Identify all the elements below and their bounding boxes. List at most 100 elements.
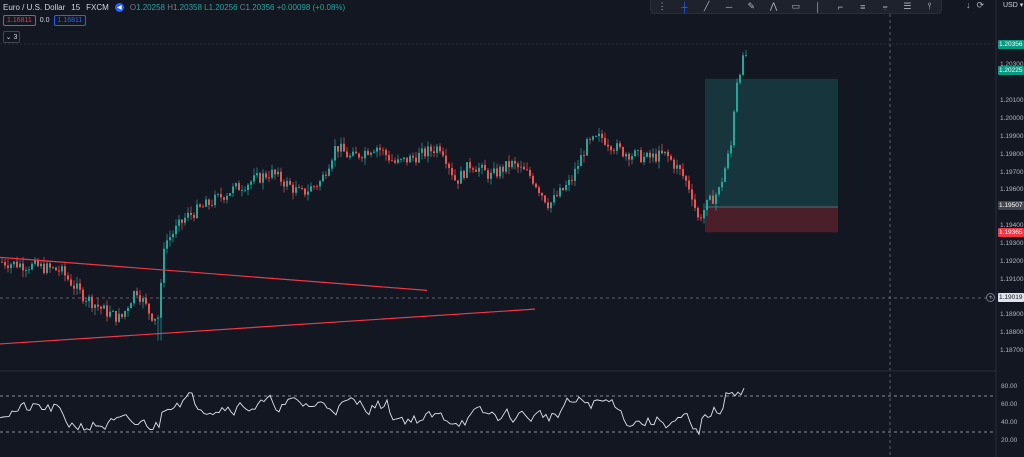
crosshair-add-icon[interactable]: + [986, 293, 995, 302]
candle [418, 147, 420, 164]
market-status-icon[interactable]: ◀ [114, 3, 124, 12]
rsi-line [0, 388, 745, 436]
sell-button[interactable]: 1.16811 [3, 15, 36, 26]
candle-body [34, 260, 36, 264]
candle [472, 166, 474, 174]
candle-body [571, 179, 573, 181]
candle [52, 266, 54, 270]
candle [73, 280, 75, 295]
buy-button[interactable]: 1.16811 [53, 15, 87, 26]
candle-body [82, 289, 84, 302]
candle [241, 184, 243, 197]
candle-body [598, 133, 600, 137]
candle [304, 188, 306, 198]
candle-body [400, 158, 402, 160]
currency-selector[interactable]: USD ▾ [1003, 1, 1023, 9]
candle [82, 287, 84, 304]
candle [121, 313, 123, 319]
candle [475, 166, 477, 173]
candle-body [715, 194, 717, 204]
candle-body [559, 187, 561, 197]
candle-body [688, 180, 690, 190]
candle-body [523, 166, 525, 170]
candle [691, 183, 693, 207]
candle [457, 180, 459, 189]
candle-body [202, 206, 204, 208]
callout-icon[interactable]: ⌐ [834, 1, 848, 12]
candle-body [67, 275, 69, 280]
horizontal-line-icon[interactable]: ─ [722, 1, 736, 12]
candle-body [544, 195, 546, 203]
candle-body [181, 219, 183, 223]
candle [532, 173, 534, 186]
candle-body [601, 133, 603, 138]
candle-body [382, 149, 384, 151]
symbol-name[interactable]: Euro / U.S. Dollar [3, 3, 65, 12]
candle [565, 180, 567, 192]
rsi-tick-label: 20.00 [1001, 437, 1018, 444]
candle [226, 193, 228, 204]
candle-body [526, 169, 528, 171]
current-price-tag: 1.20356 [998, 40, 1024, 49]
candle [130, 302, 132, 309]
ruler-icon[interactable]: ☰ [900, 1, 914, 12]
crosshair-icon[interactable]: ┼ [677, 1, 691, 12]
pin-icon[interactable]: ⫯ [923, 1, 937, 12]
chart-window[interactable]: Euro / U.S. Dollar 15 FXCM ◀ O1.20258 H1… [0, 0, 1024, 457]
trend-line-icon[interactable]: ╱ [700, 1, 714, 12]
measure-icon[interactable]: ▭ [789, 1, 803, 12]
candle-body [529, 170, 531, 176]
price-tick-label: 1.19900 [1000, 132, 1024, 140]
candle-body [565, 185, 567, 191]
candle-body [229, 193, 231, 196]
candle-body [733, 111, 735, 146]
rsi-tick-label: 80.00 [1001, 383, 1018, 390]
candle [313, 185, 315, 190]
trend-line [0, 308, 536, 345]
candle-body [403, 157, 405, 159]
candle [703, 203, 705, 224]
candle-body [100, 306, 102, 309]
indicators-collapse-button[interactable]: ⌄ 3 [3, 31, 20, 43]
fib-icon[interactable]: ⩦ [878, 1, 892, 12]
candle-body [49, 263, 51, 268]
candle [4, 258, 6, 270]
drag-handle-icon[interactable]: ⋮ [655, 1, 669, 12]
candle-body [415, 157, 417, 163]
candle-body [409, 155, 411, 163]
candle [88, 294, 90, 308]
candle-body [646, 152, 648, 157]
stop-price-tag: 1.19365 [998, 228, 1024, 237]
candle-body [148, 303, 150, 314]
candle-body [109, 311, 111, 317]
candle-body [283, 181, 285, 187]
candle [400, 158, 402, 163]
arrow-down-icon[interactable]: ↓ [966, 0, 971, 11]
candle-body [25, 269, 27, 271]
pattern-icon[interactable]: ⋀ [767, 1, 781, 12]
candle-body [172, 234, 174, 238]
candle-body [133, 291, 135, 304]
candle-body [118, 313, 120, 322]
candle-body [271, 169, 273, 178]
brush-icon[interactable]: ✎ [744, 1, 758, 12]
candle [502, 164, 504, 179]
vertical-line-icon[interactable]: │ [811, 1, 825, 12]
candle-body [511, 160, 513, 168]
candle [448, 162, 450, 175]
text-icon[interactable]: ≡ [856, 1, 870, 12]
candle-body [28, 269, 30, 271]
price-chart[interactable] [0, 0, 1024, 457]
candle [22, 256, 24, 278]
candle-body [136, 291, 138, 296]
candle-body [424, 148, 426, 157]
candle [688, 175, 690, 194]
candle-body [649, 152, 651, 158]
candle [223, 196, 225, 204]
interval-label[interactable]: 15 [71, 3, 80, 12]
candle-body [58, 270, 60, 272]
candle [43, 257, 45, 275]
candle [91, 294, 93, 313]
candle [451, 162, 453, 180]
refresh-icon[interactable]: ⟳ [977, 0, 985, 11]
